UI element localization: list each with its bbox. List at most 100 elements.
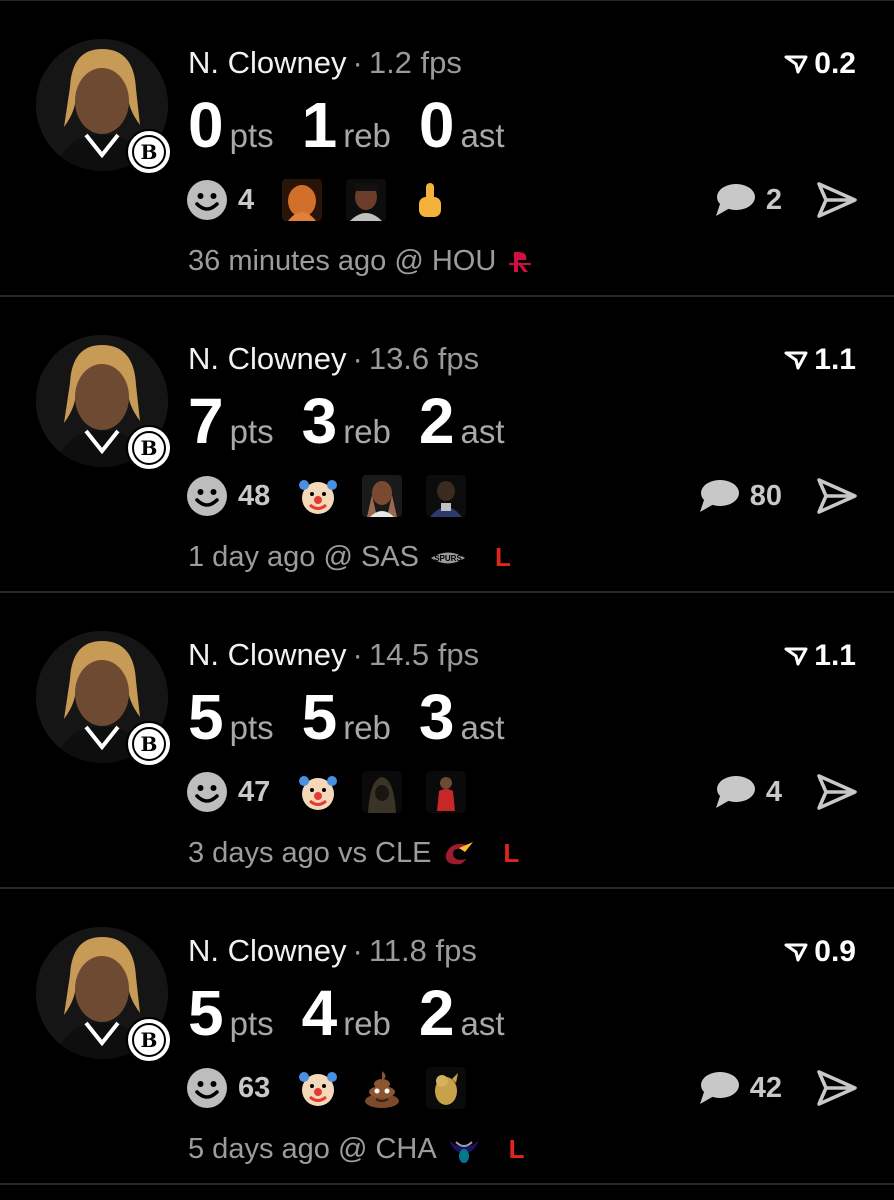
reactions-bar: 48 xyxy=(186,475,490,517)
send-icon[interactable] xyxy=(816,181,858,219)
nets-logo-icon: B xyxy=(126,1017,172,1063)
rating-chevron-icon xyxy=(784,647,808,666)
spurs-logo-icon: SPURS xyxy=(430,552,465,563)
clown-emoji-icon[interactable] xyxy=(298,771,338,813)
game-meta: 36 minutes ago @ HOU xyxy=(188,245,562,278)
stat-line: 5 pts 5 reb 3 ast xyxy=(188,685,533,749)
stat-unit: reb xyxy=(343,117,391,154)
stat-rebounds: 1 reb xyxy=(302,93,391,157)
send-icon[interactable] xyxy=(816,1069,858,1107)
reaction-gif-thumbnail[interactable] xyxy=(426,475,467,517)
send-icon[interactable] xyxy=(816,477,858,515)
stat-value: 3 xyxy=(418,681,455,753)
comments-area: 4 xyxy=(714,773,858,811)
reaction-gif-thumbnail[interactable] xyxy=(282,179,323,221)
nets-logo-icon: B xyxy=(126,129,172,175)
rating-chevron-icon xyxy=(784,55,808,74)
rating[interactable]: 1.1 xyxy=(784,639,856,673)
comments-area: 42 xyxy=(698,1069,858,1107)
reaction-gif-thumbnail[interactable] xyxy=(346,179,387,221)
reaction-gif-thumbnail[interactable] xyxy=(426,771,467,813)
rating-value: 0.2 xyxy=(814,47,856,80)
send-icon[interactable] xyxy=(816,773,858,811)
smile-icon[interactable] xyxy=(186,1067,228,1109)
stat-unit: ast xyxy=(460,413,505,450)
stat-unit: reb xyxy=(343,413,391,450)
smile-icon[interactable] xyxy=(186,475,228,517)
game-card[interactable]: B N. Clowney · 14.5 fps 1.1 5 pts 5 reb 3 ast… xyxy=(0,593,894,889)
stat-points: 5 pts xyxy=(188,685,274,749)
stat-assists: 2 ast xyxy=(419,389,505,453)
stat-points: 5 pts xyxy=(188,981,274,1045)
reactions-bar: 4 xyxy=(186,179,474,221)
rating-value: 1.1 xyxy=(814,639,856,672)
stat-value: 5 xyxy=(188,977,224,1049)
stat-line: 5 pts 4 reb 2 ast xyxy=(188,981,533,1045)
post-title: N. Clowney · 11.8 fps xyxy=(188,933,477,969)
comment-bubble-icon[interactable] xyxy=(698,1070,740,1106)
comment-count: 2 xyxy=(765,183,782,216)
clown-emoji-icon[interactable] xyxy=(298,475,338,517)
game-result: L xyxy=(494,542,511,572)
stat-value: 0 xyxy=(418,89,455,161)
game-result: L xyxy=(508,1134,525,1164)
stat-unit: pts xyxy=(229,117,274,154)
title-separator: · xyxy=(352,45,363,80)
comment-count: 42 xyxy=(749,1071,782,1104)
game-result: L xyxy=(503,838,520,868)
title-separator: · xyxy=(352,933,363,968)
smile-icon[interactable] xyxy=(186,179,228,221)
poop-emoji-icon[interactable] xyxy=(362,1067,402,1109)
post-title: N. Clowney · 14.5 fps xyxy=(188,637,479,673)
player-name[interactable]: N. Clowney xyxy=(188,45,347,80)
game-card[interactable]: B N. Clowney · 11.8 fps 0.9 5 pts 4 reb 2 ast… xyxy=(0,889,894,1185)
game-time-opponent: 36 minutes ago @ HOU xyxy=(188,245,497,277)
comment-count: 4 xyxy=(765,775,782,808)
stat-value: 3 xyxy=(301,385,338,457)
rating-chevron-icon xyxy=(784,351,808,370)
game-card[interactable]: B N. Clowney · 13.6 fps 1.1 7 pts 3 reb 2 ast… xyxy=(0,297,894,593)
hornets-logo-icon xyxy=(448,1139,479,1163)
stat-line: 7 pts 3 reb 2 ast xyxy=(188,389,533,453)
player-name[interactable]: N. Clowney xyxy=(188,637,347,672)
stat-value: 2 xyxy=(418,385,455,457)
reaction-count: 4 xyxy=(238,183,255,216)
comment-count: 80 xyxy=(749,479,782,512)
reaction-count: 48 xyxy=(238,479,271,512)
stat-points: 0 pts xyxy=(188,93,274,157)
comment-bubble-icon[interactable] xyxy=(714,182,756,218)
rating[interactable]: 0.9 xyxy=(784,935,856,969)
game-feed: B N. Clowney · 1.2 fps 0.2 0 pts 1 reb 0 ast … xyxy=(0,0,894,1200)
stat-line: 0 pts 1 reb 0 ast xyxy=(188,93,533,157)
stat-assists: 0 ast xyxy=(419,93,505,157)
reaction-gif-thumbnail[interactable] xyxy=(426,1067,467,1109)
smile-icon[interactable] xyxy=(186,771,228,813)
reactions-bar: 47 xyxy=(186,771,490,813)
stat-unit: ast xyxy=(460,117,505,154)
post-title: N. Clowney · 1.2 fps xyxy=(188,45,462,81)
game-meta: 3 days ago vs CLE L xyxy=(188,837,519,870)
cavaliers-logo-icon xyxy=(446,841,474,864)
stat-rebounds: 5 reb xyxy=(302,685,391,749)
stat-value: 4 xyxy=(301,977,338,1049)
nets-logo-icon: B xyxy=(126,425,172,471)
player-name[interactable]: N. Clowney xyxy=(188,933,347,968)
rating[interactable]: 1.1 xyxy=(784,343,856,377)
stat-rebounds: 3 reb xyxy=(302,389,391,453)
game-card[interactable]: B N. Clowney · 1.2 fps 0.2 0 pts 1 reb 0 ast … xyxy=(0,1,894,297)
game-time-opponent: 5 days ago @ CHA xyxy=(188,1133,437,1165)
stat-value: 0 xyxy=(188,89,224,161)
clown-emoji-icon[interactable] xyxy=(298,1067,338,1109)
stat-value: 2 xyxy=(418,977,455,1049)
post-title: N. Clowney · 13.6 fps xyxy=(188,341,479,377)
reaction-gif-thumbnail[interactable] xyxy=(362,771,403,813)
reaction-count: 47 xyxy=(238,775,271,808)
comment-bubble-icon[interactable] xyxy=(698,478,740,514)
middle-finger-emoji-icon[interactable] xyxy=(410,179,450,221)
title-separator: · xyxy=(352,637,363,672)
rating[interactable]: 0.2 xyxy=(784,47,856,81)
player-name[interactable]: N. Clowney xyxy=(188,341,347,376)
reaction-gif-thumbnail[interactable] xyxy=(362,475,403,517)
comment-bubble-icon[interactable] xyxy=(714,774,756,810)
stat-assists: 3 ast xyxy=(419,685,505,749)
